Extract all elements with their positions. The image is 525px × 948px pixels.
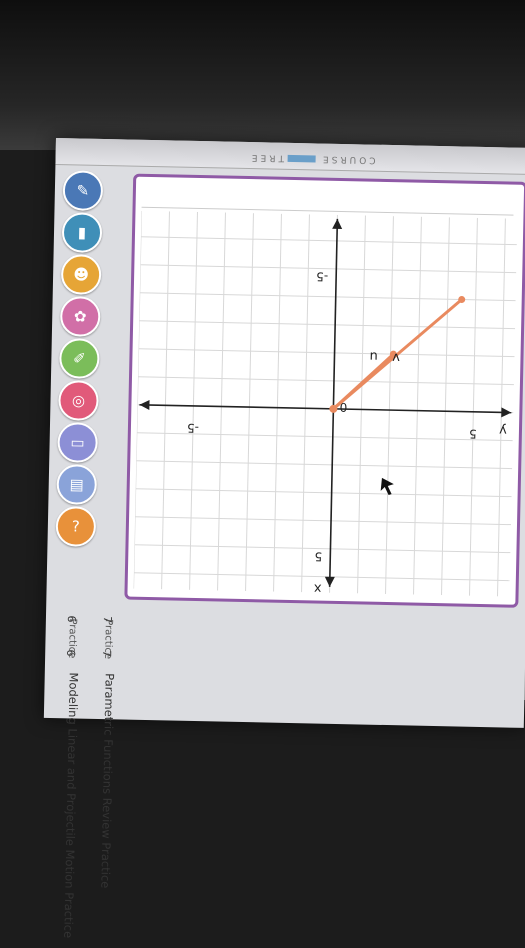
grid-line [273,213,282,592]
y-axis-arrow-neg [139,400,150,411]
vector-graph[interactable]: xy5-5-5 50u v [133,210,518,597]
flashcard-icon[interactable]: ✿ [59,296,101,337]
lesson-type-tag-visible: Practice [102,619,114,660]
x-tick-neg5: -5 [316,269,328,283]
brand-logo[interactable]: COURSE TREE [216,147,376,165]
grid-line [133,210,142,589]
x-tick-5: 5 [314,550,322,564]
grid-line [413,216,422,595]
grid-line [217,212,226,591]
y-tick-neg5: -5 [187,421,199,435]
grid-line [385,216,394,595]
y-axis-arrow-pos [501,407,512,418]
lesson-list: 6 6 Modeling Linear and Projectile Motion … [48,608,520,938]
lesson-title-link[interactable]: Modeling Linear and Projectile Motion Pr… [61,672,81,938]
vector-v-label: v [392,350,400,365]
vector-u-label: u [369,348,378,363]
brand-mark-icon [287,154,317,163]
grid-line [245,213,254,592]
target-icon[interactable]: ◎ [58,380,99,421]
grid-line [441,217,450,596]
document-icon[interactable]: ▤ [56,464,98,505]
y-axis-label: y [499,422,507,437]
lesson-type-tag-visible: Practice [66,618,78,659]
x-axis-arrow-pos [324,576,335,587]
grid-line [161,211,170,590]
grid-line [189,211,198,590]
brand-name: COURSE [319,153,376,165]
person-icon[interactable]: ☻ [60,254,102,295]
panel-header [141,182,514,216]
grid-line [469,217,478,596]
x-axis-label: x [313,580,321,595]
grid-line [357,215,366,594]
graph-panel: x y 5 -5 -5 5 0 u v [124,173,525,608]
book-icon[interactable]: ▮ [61,212,103,253]
screen: COURSETREE ✎ ▮ ☻ ✿ ✐ ◎ ▭ ▤? x y 5 -5 -5 5 0 u v 6 6 Model… [43,138,525,938]
x-axis [328,218,339,587]
grid-line [301,214,310,593]
help-icon[interactable]: ? [55,506,97,547]
y-tick-5: 5 [469,427,477,441]
y-axis [139,404,512,414]
note-icon[interactable]: ▭ [57,422,99,463]
tool-icon-column: ✎ ▮ ☻ ✿ ✐ ◎ ▭ ▤? [55,170,104,551]
x-axis-arrow-neg [332,218,343,230]
wrench-icon[interactable]: ✎ [62,170,104,211]
lesson-title-link[interactable]: Parametric Functions Review Practice [98,673,117,888]
brand-sub: TREE [248,152,285,163]
monitor-bezel [0,0,525,150]
pencil-icon[interactable]: ✐ [58,338,100,379]
